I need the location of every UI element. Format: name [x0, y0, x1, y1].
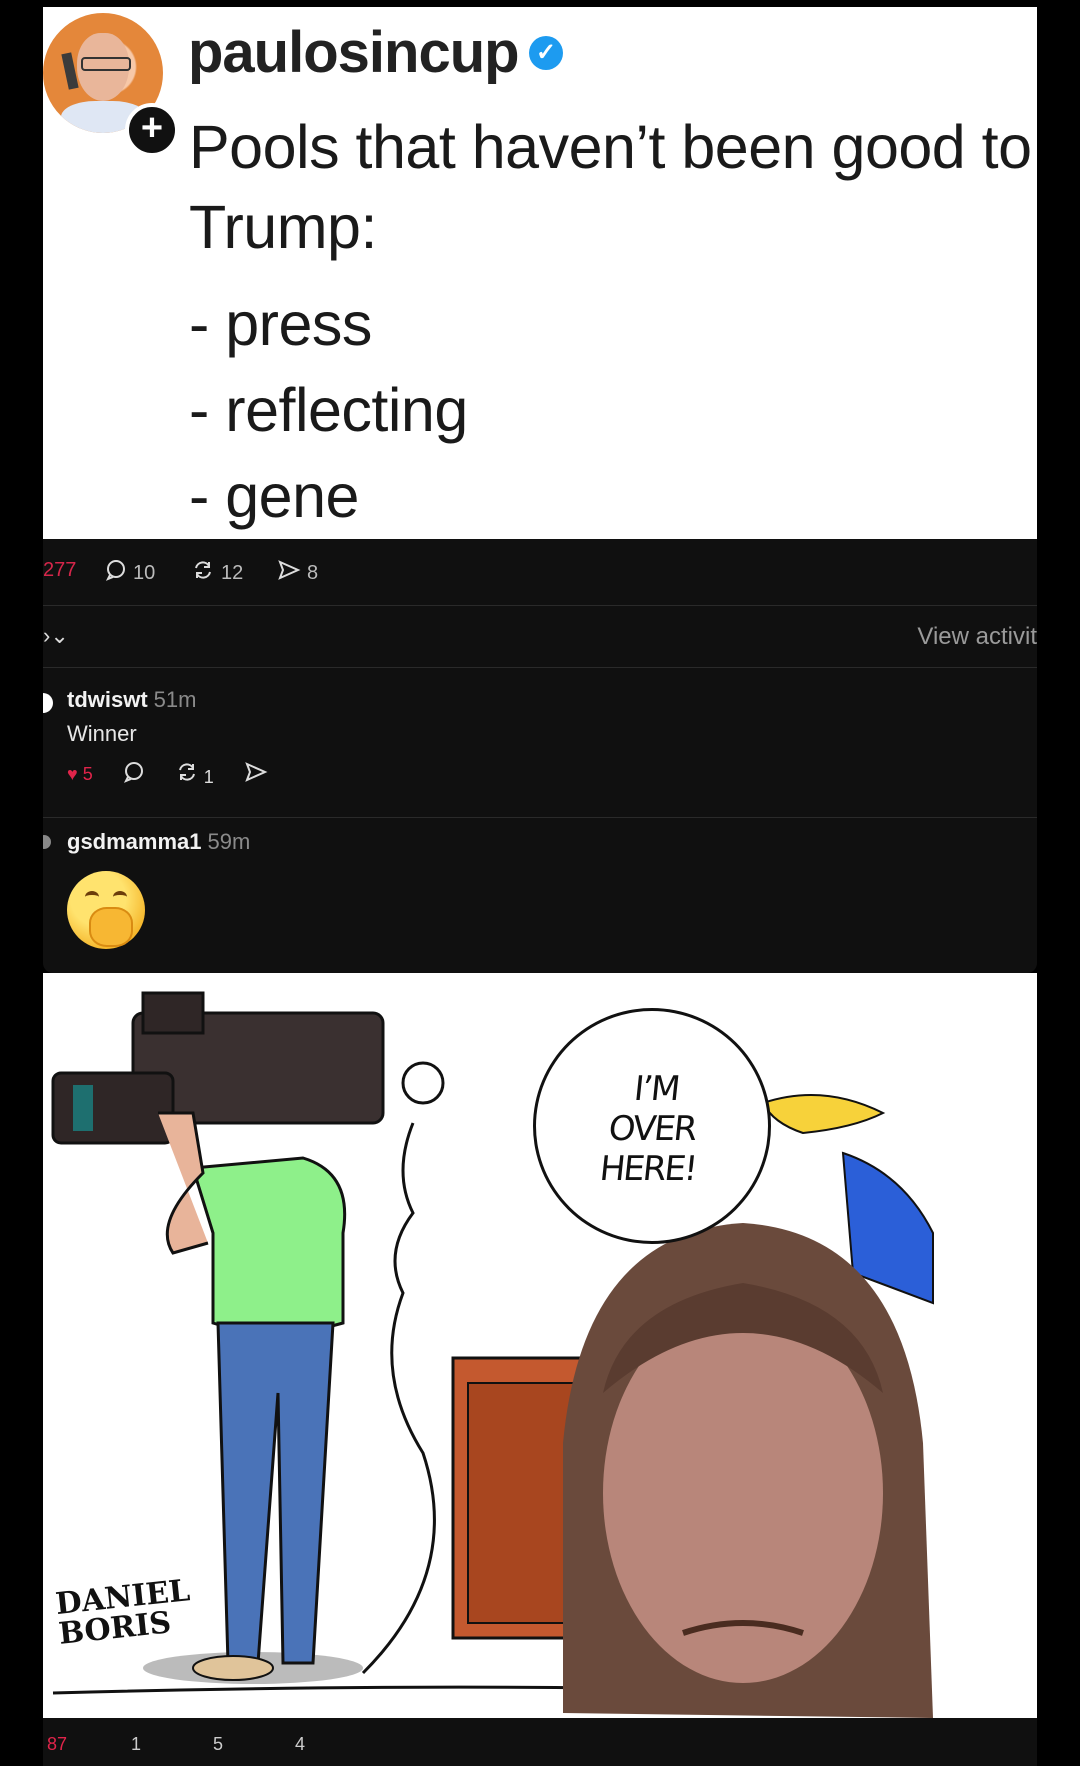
emoji-eye	[113, 891, 127, 903]
emoji-eye	[85, 891, 99, 903]
repost-count: 12	[221, 562, 244, 584]
post-author[interactable]: paulosincup ✓	[188, 19, 563, 86]
bubble-line: OVER	[606, 1109, 698, 1149]
reply-author[interactable]: tdwiswt 51m	[67, 687, 196, 713]
bubble-line: HERE!	[597, 1149, 698, 1189]
comment-button[interactable]: 10	[105, 559, 155, 588]
bottom-actions-bar: 87 1 5 4	[43, 1718, 1037, 1766]
follow-button[interactable]: +	[125, 103, 179, 157]
bottom-repost-count[interactable]: 5	[213, 1734, 223, 1755]
speech-bubble: I’M OVER HERE!	[533, 1008, 771, 1244]
like-button[interactable]: 277	[43, 559, 76, 582]
share-button[interactable]: 8	[277, 559, 318, 588]
cartoon-image: I’M OVER HERE! DANIEL BORIS	[43, 973, 1037, 1718]
post-card: + paulosincup ✓ Pools that haven’t been …	[43, 7, 1037, 539]
speech-bubble-text: I’M OVER HERE!	[530, 1069, 775, 1189]
share-count: 8	[307, 562, 319, 584]
repost-button[interactable]: 12	[191, 559, 243, 588]
post-actions-bar: 277 10 12 8	[43, 539, 1037, 606]
bubble-line: I’M	[632, 1069, 681, 1109]
post-body: Pools that haven’t been good to Trump: -…	[189, 107, 1032, 539]
list-item: - reflecting	[189, 376, 468, 444]
reply-username[interactable]: tdwiswt	[67, 687, 148, 712]
list-item: - press	[189, 290, 372, 358]
share-icon	[244, 762, 268, 782]
reply-share-button[interactable]	[244, 761, 268, 788]
reply-text: Winner	[67, 721, 137, 746]
verified-badge-icon: ✓	[528, 35, 563, 70]
avatar-phone	[61, 52, 79, 90]
list-item: - gene	[189, 462, 359, 530]
bottom-comment-count[interactable]: 1	[131, 1734, 141, 1755]
reply-item: gsdmamma1 59m	[43, 817, 1037, 973]
share-icon	[277, 559, 301, 588]
face-with-hand-over-mouth-icon	[67, 871, 145, 949]
reply-timestamp: 59m	[207, 829, 251, 854]
reply-like-button[interactable]: ♥ 5	[67, 764, 93, 785]
sort-dropdown[interactable]: ›⌄	[43, 623, 69, 649]
reply-author[interactable]: gsdmamma1 59m	[67, 829, 250, 855]
repost-icon	[178, 763, 195, 781]
comment-icon	[105, 559, 127, 588]
thread-sort-row: ›⌄ View activit	[43, 605, 1037, 668]
like-count: 277	[43, 559, 77, 581]
emoji-hand	[89, 907, 133, 947]
bottom-share-count[interactable]: 4	[295, 1734, 305, 1755]
reply-timestamp: 51m	[153, 687, 197, 712]
reply-like-count: 5	[82, 764, 93, 784]
bottom-like-count[interactable]: 87	[47, 1734, 67, 1755]
avatar-glasses	[81, 57, 131, 71]
post-list: - press - reflecting - gene	[189, 281, 1032, 539]
reply-item: tdwiswt 51m Winner ♥ 5 1	[43, 667, 1037, 818]
view-activity-link[interactable]: View activit	[917, 623, 1037, 651]
author-name[interactable]: paulosincup	[188, 19, 520, 86]
heart-icon: ♥	[67, 764, 78, 784]
reply-repost-count: 1	[203, 767, 214, 787]
repost-icon	[191, 559, 215, 588]
post-line-2: Trump:	[189, 193, 377, 261]
thread-panel: 277 10 12 8 ›⌄ View activit tdwiswt51m	[43, 539, 1037, 973]
reply-repost-button[interactable]: 1	[175, 761, 214, 788]
reply-avatar[interactable]	[43, 835, 51, 849]
reply-username[interactable]: gsdmamma1	[67, 829, 202, 854]
reply-comment-button[interactable]	[123, 761, 145, 788]
comment-count: 10	[133, 562, 156, 584]
comment-icon	[123, 762, 143, 783]
reply-avatar[interactable]	[43, 693, 53, 713]
reply-actions: ♥ 5 1	[67, 761, 268, 788]
post-line-1: Pools that haven’t been good to	[189, 113, 1032, 181]
